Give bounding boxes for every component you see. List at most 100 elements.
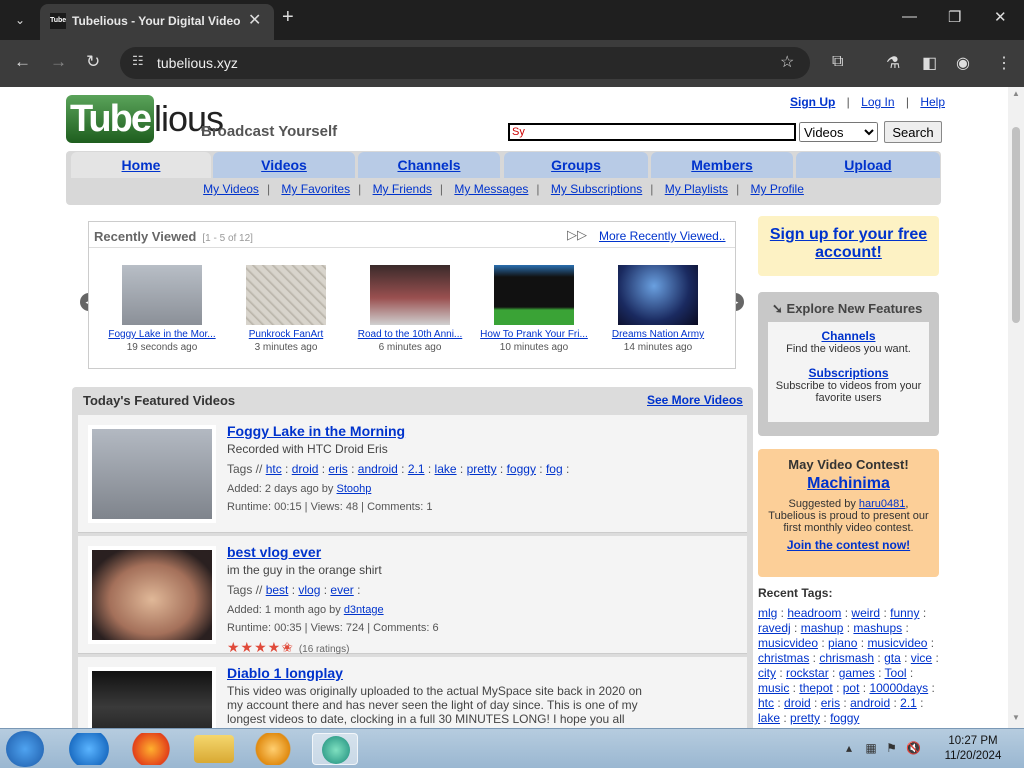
scroll-down-icon[interactable]: ▼ xyxy=(1012,713,1020,722)
subnav-my-profile[interactable]: My Profile xyxy=(751,182,804,196)
recent-item-caption[interactable]: Road to the 10th Anni... xyxy=(348,329,472,340)
browser-tab[interactable]: Tube Tubelious - Your Digital Video ✕ xyxy=(40,4,274,40)
video-thumbnail[interactable] xyxy=(618,265,698,325)
subnav-my-subscriptions[interactable]: My Subscriptions xyxy=(551,182,642,196)
tag-link[interactable]: foggy xyxy=(507,462,536,476)
profile-icon[interactable]: ◉ xyxy=(956,53,970,73)
recent-tag-link[interactable]: rockstar xyxy=(786,666,829,680)
video-thumbnail[interactable] xyxy=(122,265,202,325)
video-title-link[interactable]: Diablo 1 longplay xyxy=(227,665,343,681)
recent-tag-link[interactable]: mashups xyxy=(853,621,902,635)
tag-link[interactable]: android xyxy=(358,462,398,476)
recent-tag-link[interactable]: android xyxy=(850,696,890,710)
recent-tag-link[interactable]: games xyxy=(839,666,875,680)
volume-muted-icon[interactable]: 🔇 xyxy=(906,741,921,755)
recent-tag-link[interactable]: pretty xyxy=(790,711,820,725)
recent-item-caption[interactable]: How To Prank Your Fri... xyxy=(472,329,596,340)
side-panel-icon[interactable]: ◧ xyxy=(922,53,937,73)
recent-item[interactable]: How To Prank Your Fri... 10 minutes ago xyxy=(472,265,596,353)
recent-item-caption[interactable]: Foggy Lake in the Mor... xyxy=(100,329,224,340)
explore-channels-link[interactable]: Channels xyxy=(821,329,875,343)
tab-close-icon[interactable]: ✕ xyxy=(248,10,261,30)
contest-suggester-link[interactable]: haru0481 xyxy=(859,498,906,510)
join-contest-link[interactable]: Join the contest now! xyxy=(758,539,939,551)
tab-search-icon[interactable]: ⌄ xyxy=(8,8,32,32)
recent-tag-link[interactable]: mlg xyxy=(758,606,777,620)
site-logo[interactable]: Tube lious xyxy=(66,95,224,145)
recent-item[interactable]: Punkrock FanArt 3 minutes ago xyxy=(224,265,348,353)
contest-name-link[interactable]: Machinima xyxy=(758,476,939,492)
see-more-videos-link[interactable]: See More Videos xyxy=(647,393,743,407)
recent-tag-link[interactable]: lake xyxy=(758,711,780,725)
subnav-my-playlists[interactable]: My Playlists xyxy=(665,182,728,196)
tag-link[interactable]: best xyxy=(266,583,289,597)
subnav-my-friends[interactable]: My Friends xyxy=(373,182,432,196)
menu-icon[interactable]: ⋮ xyxy=(996,53,1012,73)
recent-item[interactable]: Foggy Lake in the Mor... 19 seconds ago xyxy=(100,265,224,353)
bookmark-star-icon[interactable]: ☆ xyxy=(780,52,794,72)
recent-tag-link[interactable]: music xyxy=(758,681,789,695)
forward-icon[interactable]: → xyxy=(50,52,67,72)
tab-channels[interactable]: Channels xyxy=(358,152,500,178)
tab-upload[interactable]: Upload xyxy=(796,152,940,178)
video-thumbnail[interactable] xyxy=(370,265,450,325)
video-thumbnail[interactable] xyxy=(494,265,574,325)
tag-link[interactable]: 2.1 xyxy=(408,462,425,476)
tag-link[interactable]: eris xyxy=(328,462,347,476)
video-title-link[interactable]: Foggy Lake in the Morning xyxy=(227,423,405,439)
scrollbar-thumb[interactable] xyxy=(1012,127,1020,323)
tab-members[interactable]: Members xyxy=(651,152,793,178)
recent-tag-link[interactable]: weird xyxy=(851,606,880,620)
video-thumbnail[interactable] xyxy=(88,546,216,644)
tag-link[interactable]: vlog xyxy=(298,583,320,597)
action-center-icon[interactable]: ⚑ xyxy=(886,741,897,755)
tag-link[interactable]: fog xyxy=(546,462,563,476)
signup-promo-link[interactable]: Sign up for your free account! xyxy=(770,226,927,261)
tag-link[interactable]: lake xyxy=(435,462,457,476)
back-icon[interactable]: ← xyxy=(14,52,31,72)
recent-tag-link[interactable]: mashup xyxy=(801,621,844,635)
tag-link[interactable]: droid xyxy=(292,462,319,476)
explore-subscriptions-link[interactable]: Subscriptions xyxy=(808,366,888,380)
tab-videos[interactable]: Videos xyxy=(213,152,355,178)
more-recently-viewed-link[interactable]: More Recently Viewed.. xyxy=(599,229,726,243)
firefox-icon[interactable] xyxy=(128,733,174,765)
video-thumbnail[interactable] xyxy=(246,265,326,325)
recent-tag-link[interactable]: foggy xyxy=(830,711,859,725)
new-tab-icon[interactable]: + xyxy=(282,6,294,29)
recent-tag-link[interactable]: 2.1 xyxy=(900,696,917,710)
recent-tag-link[interactable]: ravedj xyxy=(758,621,791,635)
tab-groups[interactable]: Groups xyxy=(504,152,648,178)
recent-tag-link[interactable]: pot xyxy=(843,681,860,695)
network-icon[interactable]: ▦ xyxy=(865,741,876,755)
subnav-my-videos[interactable]: My Videos xyxy=(203,182,259,196)
recent-item[interactable]: Road to the 10th Anni... 6 minutes ago xyxy=(348,265,472,353)
start-button[interactable] xyxy=(6,731,44,767)
recent-tag-link[interactable]: gta xyxy=(884,651,901,665)
restore-icon[interactable]: ❐ xyxy=(948,8,961,26)
recent-tag-link[interactable]: musicvideo xyxy=(758,636,818,650)
recent-item-caption[interactable]: Punkrock FanArt xyxy=(224,329,348,340)
show-hidden-icon[interactable]: ▴ xyxy=(846,741,852,755)
address-bar[interactable]: ☷ tubelious.xyz ☆ xyxy=(120,47,810,79)
extensions-icon[interactable]: ⧉ xyxy=(832,53,843,71)
tag-link[interactable]: ever xyxy=(330,583,353,597)
recent-tag-link[interactable]: christmas xyxy=(758,651,809,665)
signup-link[interactable]: Sign Up xyxy=(790,95,835,109)
internet-explorer-icon[interactable] xyxy=(66,733,112,765)
page-scrollbar[interactable]: ▲ ▼ xyxy=(1008,87,1024,728)
help-link[interactable]: Help xyxy=(920,95,945,109)
search-input[interactable] xyxy=(508,123,796,141)
recent-tag-link[interactable]: piano xyxy=(828,636,857,650)
recent-tag-link[interactable]: chrismash xyxy=(819,651,874,665)
scroll-up-icon[interactable]: ▲ xyxy=(1012,89,1020,98)
recent-tag-link[interactable]: Tool xyxy=(885,666,907,680)
subnav-my-messages[interactable]: My Messages xyxy=(454,182,528,196)
recent-tag-link[interactable]: headroom xyxy=(787,606,841,620)
reload-icon[interactable]: ↻ xyxy=(86,52,100,72)
taskbar-clock[interactable]: 10:27 PM 11/20/2024 xyxy=(938,734,1008,764)
recent-tag-link[interactable]: city xyxy=(758,666,776,680)
tag-link[interactable]: pretty xyxy=(467,462,497,476)
recent-tag-link[interactable]: vice xyxy=(911,651,932,665)
recent-tag-link[interactable]: eris xyxy=(821,696,840,710)
